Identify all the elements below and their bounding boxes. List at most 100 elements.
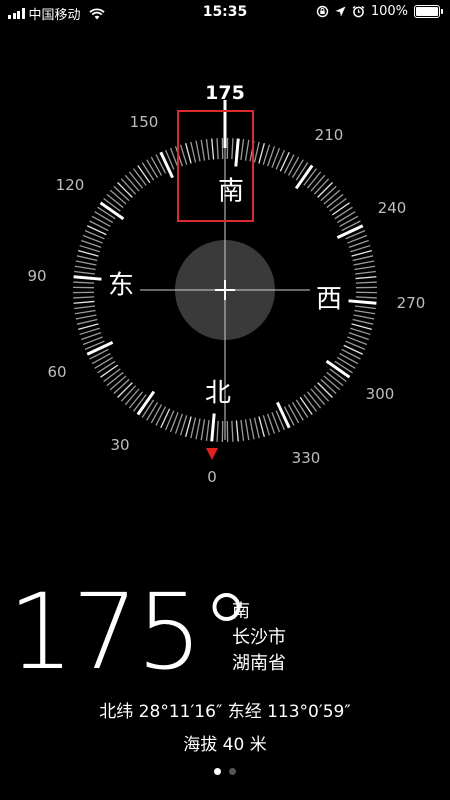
altitude-readout: 海拔 40 米 (183, 735, 267, 755)
tick-minor (244, 419, 250, 441)
tick-minor (299, 396, 313, 415)
tick-minor (336, 356, 356, 369)
tick-minor (124, 388, 140, 406)
degree-label-210: 210 (314, 126, 344, 144)
page-dot-inactive[interactable] (229, 768, 236, 775)
tick-minor (120, 178, 137, 195)
tick-minor (303, 394, 317, 412)
tick-minor (133, 168, 147, 186)
degree-label-90: 90 (27, 267, 47, 285)
tick-minor (329, 198, 347, 212)
status-right: 100% (316, 4, 443, 19)
tick-minor (117, 382, 133, 398)
tick-minor (240, 419, 245, 441)
battery-icon (414, 5, 443, 18)
tick-minor (235, 420, 239, 442)
degree-label-0: 0 (207, 468, 217, 486)
direction-readout: 南 (232, 601, 250, 622)
tick-minor (336, 211, 356, 224)
tick-minor (216, 420, 219, 442)
heading-readout: 175° (8, 571, 253, 693)
rotation-lock-icon (316, 5, 329, 18)
tick-minor (120, 385, 137, 402)
degree-label-240: 240 (377, 199, 407, 217)
coordinates-readout[interactable]: 北纬 28°11′16″ 东经 113°0′59″ (0, 697, 450, 722)
tick-major (159, 151, 174, 179)
tick-minor (258, 143, 265, 164)
tick-minor (200, 419, 206, 441)
tick-minor (146, 401, 159, 421)
degree-label-60: 60 (47, 363, 67, 381)
tick-minor (97, 360, 116, 374)
tick-minor (150, 404, 163, 424)
tick-minor (287, 404, 300, 424)
degree-label-270: 270 (396, 294, 426, 312)
tick-minor (76, 318, 98, 325)
tick-minor (74, 305, 96, 310)
direction-north: 北 (204, 378, 232, 409)
tick-minor (75, 260, 97, 266)
tick-minor (137, 165, 151, 184)
tick-minor (339, 352, 359, 365)
tick-minor (352, 318, 374, 325)
tick-minor (310, 174, 326, 192)
tick-minor (109, 189, 127, 205)
tick-minor (89, 220, 109, 232)
tick-minor (78, 323, 99, 330)
tick-minor (323, 375, 341, 391)
tick-minor (146, 159, 159, 179)
tick-minor (354, 309, 376, 315)
tick-minor (78, 250, 99, 257)
tick-minor (326, 193, 344, 209)
tick-minor (341, 348, 361, 360)
status-bar: 中国移动 15:35 100% (0, 0, 450, 26)
tick-minor (205, 419, 210, 441)
tick-minor (106, 371, 124, 387)
tick-minor (253, 141, 260, 163)
tick-minor (150, 156, 163, 176)
tick-minor (306, 171, 322, 189)
heading-highlight-box (177, 110, 254, 222)
compass-dial[interactable]: 175 0 30 60 90 120 150 210 240 270 300 3… (0, 60, 450, 500)
tick-minor (355, 276, 377, 280)
tick-major (86, 341, 114, 356)
tick-minor (231, 420, 234, 442)
tick-minor (94, 356, 114, 369)
tick-minor (91, 215, 111, 228)
tick-minor (354, 265, 376, 271)
tick-minor (75, 314, 97, 320)
tick-major (210, 413, 216, 442)
tick-minor (351, 323, 372, 330)
tick-minor (352, 255, 374, 262)
tick-minor (74, 270, 96, 275)
tick-minor (141, 162, 155, 181)
tick-major (348, 299, 377, 305)
tick-minor (287, 156, 300, 176)
degree-label-150: 150 (129, 113, 159, 131)
tick-minor (283, 154, 295, 174)
tick-minor (73, 281, 95, 284)
tick-major (336, 224, 364, 239)
tick-minor (253, 417, 260, 439)
tick-minor (353, 314, 375, 320)
tick-minor (74, 265, 96, 271)
location-info: 南 长沙市 湖南省 (232, 599, 286, 677)
tick-minor (106, 193, 124, 209)
tick-minor (76, 255, 98, 262)
tick-minor (354, 305, 376, 310)
tick-minor (317, 382, 333, 398)
battery-percent: 100% (370, 4, 408, 19)
tick-minor (73, 300, 95, 304)
tick-minor (113, 185, 130, 202)
tick-minor (323, 189, 341, 205)
tick-minor (185, 416, 192, 437)
tick-minor (331, 202, 350, 216)
tick-minor (155, 406, 167, 426)
page-dot-active[interactable] (214, 768, 221, 775)
tick-minor (295, 399, 309, 418)
page-indicator[interactable] (0, 768, 450, 775)
tick-minor (354, 270, 376, 275)
tick-minor (355, 281, 377, 284)
tick-minor (117, 182, 133, 198)
tick-minor (313, 385, 330, 402)
